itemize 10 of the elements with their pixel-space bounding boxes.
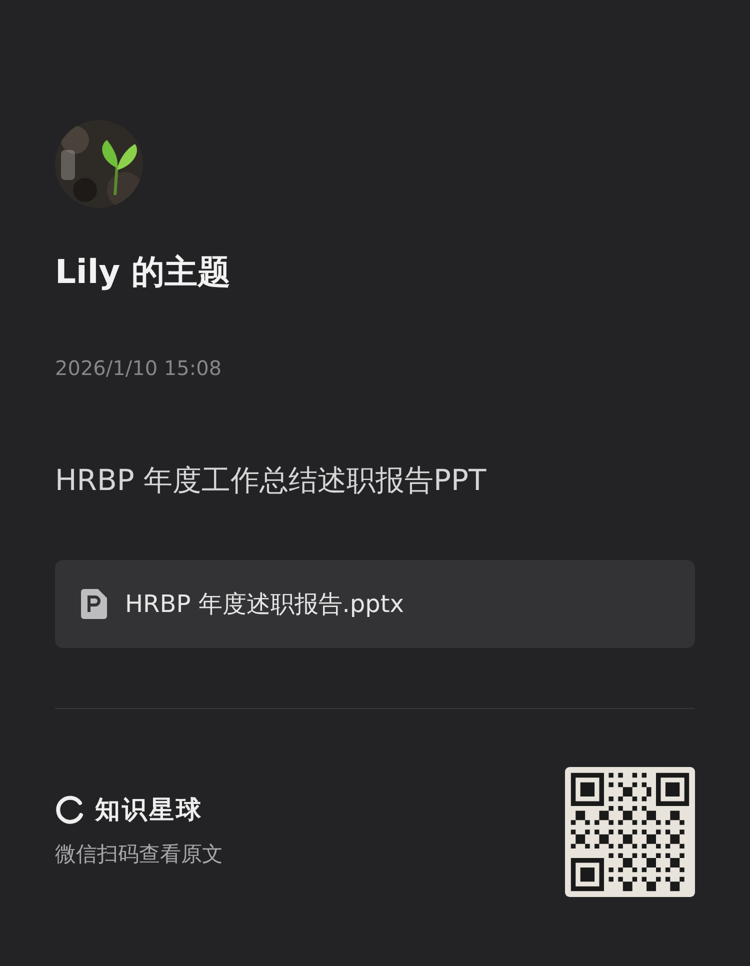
- ring-logo-icon: [55, 794, 85, 824]
- post-date: 2026/1/10 15:08: [55, 355, 223, 382]
- file-name: HRBP 年度述职报告.pptx: [125, 589, 404, 620]
- brand-name: 知识星球: [95, 794, 203, 826]
- attachment-card[interactable]: HRBP 年度述职报告.pptx: [55, 560, 695, 648]
- scan-hint: 微信扫码查看原文: [55, 841, 223, 868]
- topic-title: Lily 的主题: [55, 251, 232, 293]
- file-icon: [81, 589, 107, 619]
- post-text: HRBP 年度工作总结述职报告PPT: [55, 462, 488, 499]
- qr-code-icon: [565, 767, 695, 897]
